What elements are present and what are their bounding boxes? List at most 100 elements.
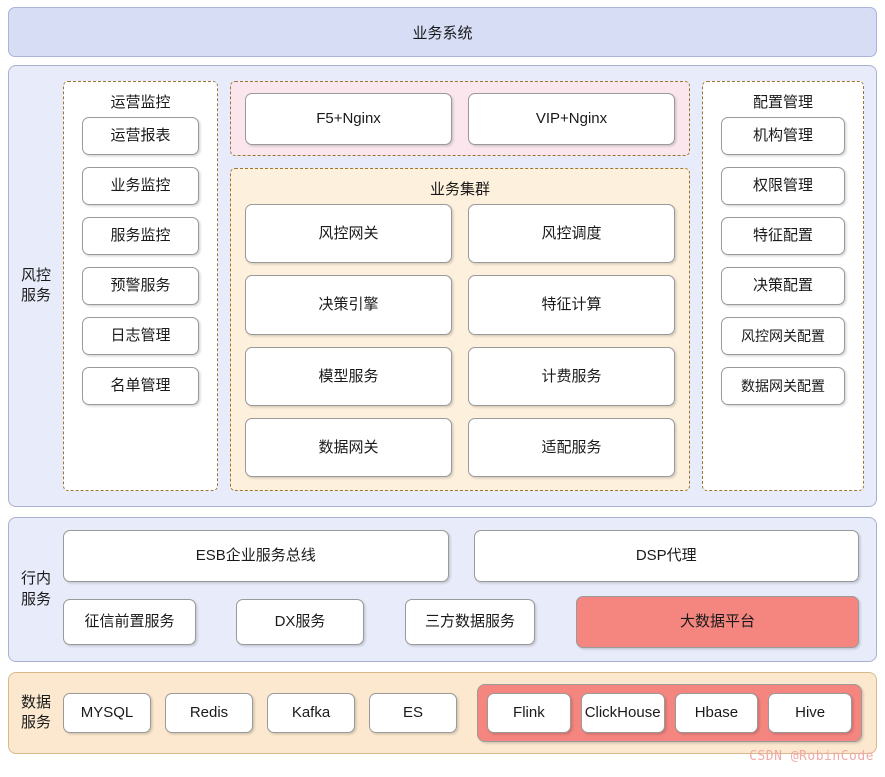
- data-services-section: 数据 服务 MYSQL Redis Kafka ES Flink ClickHo…: [8, 672, 877, 754]
- node-mysql[interactable]: MYSQL: [63, 693, 151, 733]
- node-label: 特征计算: [541, 296, 602, 314]
- node-risk-gateway[interactable]: 风控网关: [245, 204, 452, 264]
- node-label: 风控网关配置: [741, 327, 825, 344]
- node-risk-gateway-configuration[interactable]: 风控网关配置: [721, 317, 845, 355]
- node-alert-service[interactable]: 预警服务: [82, 267, 199, 305]
- node-third-party-data-service[interactable]: 三方数据服务: [405, 598, 535, 645]
- node-label: Flink: [513, 704, 545, 722]
- node-log-management[interactable]: 日志管理: [82, 317, 199, 355]
- load-balancer-group: F5+Nginx VIP+Nginx: [230, 81, 690, 156]
- intra-bank-services-body: ESB企业服务总线 DSP代理 征信前置服务 DX服务 三方数据服务 大数据平台: [63, 518, 876, 661]
- node-data-gateway-configuration[interactable]: 数据网关配置: [721, 367, 845, 405]
- node-data-gateway[interactable]: 数据网关: [245, 417, 452, 477]
- node-f5-nginx[interactable]: F5+Nginx: [245, 92, 452, 145]
- node-label: 特征配置: [752, 227, 813, 245]
- risk-label-line2: 服务: [20, 287, 51, 304]
- node-label: 名单管理: [110, 377, 171, 395]
- risk-control-section-body: 运营监控 运营报表 业务监控 服务监控 预警服务 日志管理 名单管理 F5+Ng…: [63, 66, 876, 506]
- node-label: VIP+Nginx: [535, 109, 608, 127]
- node-redis[interactable]: Redis: [165, 693, 253, 733]
- risk-control-section: 风控 服务 运营监控 运营报表 业务监控 服务监控 预警服务 日志管理 名单管理…: [8, 65, 877, 507]
- business-cluster-title: 业务集群: [429, 181, 490, 198]
- node-risk-scheduling[interactable]: 风控调度: [468, 204, 675, 264]
- node-label: 风控网关: [318, 225, 379, 242]
- node-dx-service[interactable]: DX服务: [236, 598, 364, 645]
- business-cluster-grid: 风控网关 风控调度 决策引擎 特征计算 模型服务 计费服务 数据网关 适配服务: [245, 204, 675, 477]
- node-big-data-platform[interactable]: 大数据平台: [576, 595, 859, 648]
- node-label: 模型服务: [318, 367, 379, 385]
- node-clickhouse[interactable]: ClickHouse: [580, 693, 665, 733]
- data-label-line2: 服务: [20, 714, 51, 731]
- data-services-label: 数据 服务: [9, 673, 63, 753]
- node-vip-nginx[interactable]: VIP+Nginx: [468, 92, 675, 145]
- intra-bank-top-row: ESB企业服务总线 DSP代理: [63, 530, 859, 582]
- node-label: 征信前置服务: [84, 612, 175, 630]
- node-hbase[interactable]: Hbase: [674, 693, 759, 733]
- risk-label-line1: 风控: [20, 266, 51, 284]
- node-label: 运营报表: [110, 127, 171, 145]
- node-label: 三方数据服务: [424, 612, 515, 630]
- intra-bank-services-label: 行内 服务: [9, 518, 63, 661]
- banner-title: 业务系统: [412, 24, 473, 42]
- node-label: ES: [402, 704, 423, 722]
- node-label: ESB企业服务总线: [195, 547, 316, 565]
- configuration-management-group: 配置管理 机构管理 权限管理 特征配置 决策配置 风控网关配置 数据网关配置: [702, 81, 864, 491]
- node-label: 数据网关: [318, 438, 379, 456]
- node-hive[interactable]: Hive: [768, 693, 852, 733]
- node-label: 预警服务: [110, 277, 171, 295]
- intra-label-line2: 服务: [20, 590, 51, 608]
- node-label: Redis: [189, 704, 229, 722]
- node-label: Kafka: [291, 704, 331, 722]
- intra-label-line1: 行内: [20, 570, 51, 588]
- node-operations-report[interactable]: 运营报表: [82, 117, 199, 155]
- node-label: Hbase: [694, 704, 739, 722]
- operations-monitoring-title: 运营监控: [110, 94, 171, 111]
- node-label: DX服务: [274, 612, 326, 630]
- node-credit-front-service[interactable]: 征信前置服务: [63, 598, 196, 645]
- node-business-monitoring[interactable]: 业务监控: [82, 167, 199, 205]
- architecture-diagram: 业务系统 风控 服务 运营监控 运营报表 业务监控 服务监控 预警服务 日志管理…: [0, 0, 885, 777]
- big-data-stack-group: Flink ClickHouse Hbase Hive: [477, 684, 862, 742]
- node-es[interactable]: ES: [369, 693, 457, 733]
- node-label: ClickHouse: [584, 704, 661, 722]
- node-decision-configuration[interactable]: 决策配置: [721, 267, 845, 305]
- node-list-management[interactable]: 名单管理: [82, 367, 199, 405]
- node-service-monitoring[interactable]: 服务监控: [82, 217, 199, 255]
- node-esb-enterprise-service-bus[interactable]: ESB企业服务总线: [63, 530, 449, 582]
- node-organization-management[interactable]: 机构管理: [721, 117, 845, 155]
- node-model-service[interactable]: 模型服务: [245, 346, 452, 406]
- risk-control-center-column: F5+Nginx VIP+Nginx 业务集群 风控网关 风控调度 决策引擎 特…: [230, 81, 690, 491]
- node-label: 适配服务: [541, 438, 602, 456]
- node-permission-management[interactable]: 权限管理: [721, 167, 845, 205]
- node-feature-computation[interactable]: 特征计算: [468, 275, 675, 335]
- node-feature-configuration[interactable]: 特征配置: [721, 217, 845, 255]
- node-label: 风控调度: [541, 225, 602, 242]
- node-label: 决策配置: [752, 277, 813, 295]
- node-label: 服务监控: [110, 227, 171, 245]
- node-label: 日志管理: [110, 327, 171, 345]
- intra-bank-bottom-row: 征信前置服务 DX服务 三方数据服务 大数据平台: [63, 594, 859, 649]
- node-billing-service[interactable]: 计费服务: [468, 346, 675, 406]
- data-services-body: MYSQL Redis Kafka ES Flink ClickHouse Hb…: [63, 673, 876, 753]
- node-label: 机构管理: [752, 127, 813, 145]
- node-dsp-agent[interactable]: DSP代理: [473, 530, 859, 582]
- node-label: DSP代理: [635, 547, 697, 565]
- node-kafka[interactable]: Kafka: [267, 693, 355, 733]
- node-flink[interactable]: Flink: [487, 693, 571, 733]
- intra-bank-services-section: 行内 服务 ESB企业服务总线 DSP代理 征信前置服务 DX服务 三方数据服务…: [8, 517, 877, 662]
- node-label: 决策引擎: [318, 296, 379, 314]
- data-label-line1: 数据: [20, 693, 51, 711]
- node-label: F5+Nginx: [316, 109, 381, 127]
- business-system-banner: 业务系统: [8, 7, 877, 57]
- node-label: 业务监控: [110, 177, 171, 195]
- configuration-management-title: 配置管理: [752, 94, 813, 111]
- business-cluster-group: 业务集群 风控网关 风控调度 决策引擎 特征计算 模型服务 计费服务 数据网关 …: [230, 168, 690, 491]
- node-label: Hive: [795, 704, 826, 722]
- node-adaptation-service[interactable]: 适配服务: [468, 417, 675, 477]
- operations-monitoring-group: 运营监控 运营报表 业务监控 服务监控 预警服务 日志管理 名单管理: [63, 81, 218, 491]
- node-decision-engine[interactable]: 决策引擎: [245, 275, 452, 335]
- node-label: 数据网关配置: [741, 377, 825, 394]
- node-label: 大数据平台: [679, 612, 755, 630]
- node-label: 计费服务: [541, 367, 602, 385]
- node-label: MYSQL: [80, 704, 134, 722]
